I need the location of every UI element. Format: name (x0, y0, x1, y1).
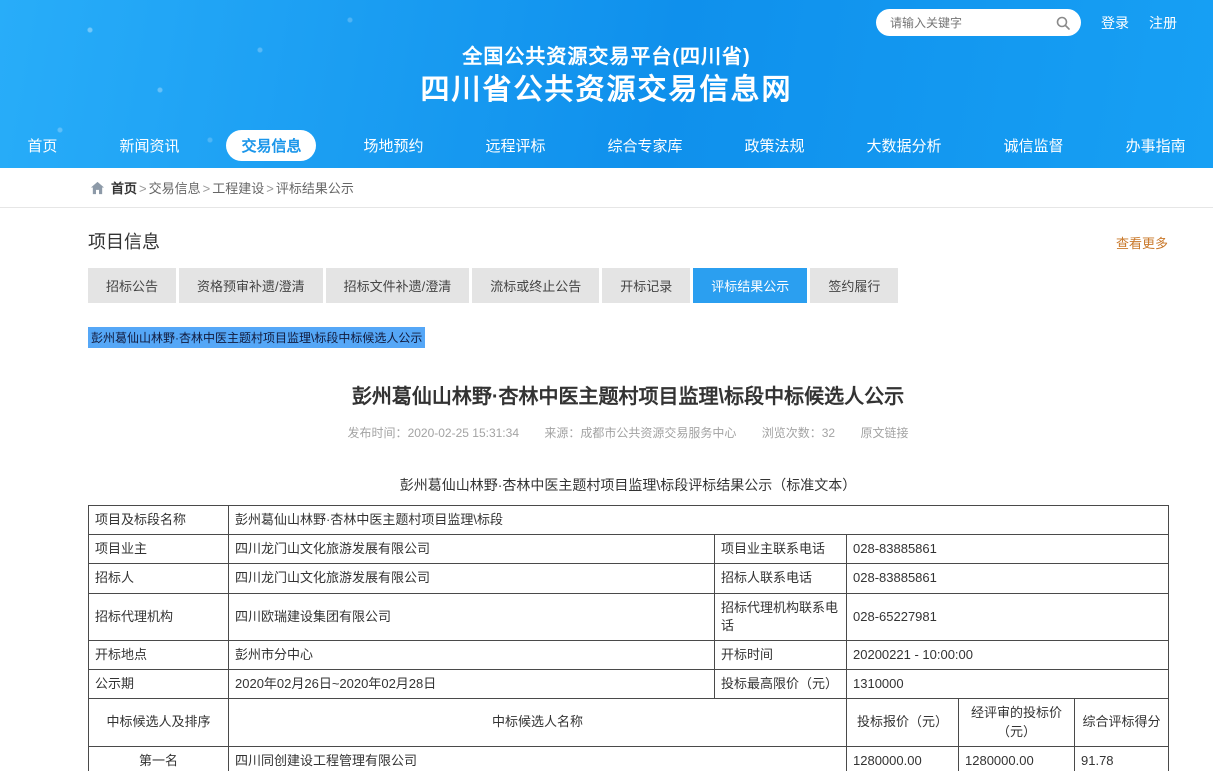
table-cell: 彭州葛仙山林野·杏林中医主题村项目监理\标段 (229, 506, 1169, 535)
view-more-link[interactable]: 查看更多 (1116, 233, 1168, 252)
nav-item-9[interactable]: 诚信监督 (989, 130, 1079, 161)
table-row-3: 招标人四川龙门山文化旅游发展有限公司招标人联系电话028-83885861 (89, 564, 1169, 593)
table-row-4: 招标代理机构四川欧瑞建设集团有限公司招标代理机构联系电话028-65227981 (89, 593, 1169, 640)
breadcrumb-item-2[interactable]: 交易信息 (149, 181, 201, 196)
table-row-2: 项目业主四川龙门山文化旅游发展有限公司项目业主联系电话028-83885861 (89, 535, 1169, 564)
announcement-list: 彭州葛仙山林野·杏林中医主题村项目监理\标段中标候选人公示 (88, 327, 1168, 348)
table-cell: 彭州市分中心 (229, 640, 715, 669)
table-row-8: 第一名四川同创建设工程管理有限公司1280000.001280000.0091.… (89, 746, 1169, 771)
table-cell: 91.78 (1075, 746, 1169, 771)
section-head: 项目信息 查看更多 (88, 228, 1168, 254)
table-cell: 1280000.00 (959, 746, 1075, 771)
publish-time-value: 2020-02-25 15:31:34 (408, 426, 519, 440)
nav-item-2[interactable]: 新闻资讯 (104, 130, 194, 161)
table-cell: 综合评标得分 (1075, 699, 1169, 746)
tab-4[interactable]: 流标或终止公告 (472, 268, 599, 303)
article-title: 彭州葛仙山林野·杏林中医主题村项目监理\标段中标候选人公示 (88, 380, 1168, 409)
table-cell: 投标最高限价（元） (715, 670, 847, 699)
site-title: 四川省公共资源交易信息网 (0, 71, 1213, 110)
table-cell: 四川欧瑞建设集团有限公司 (229, 593, 715, 640)
nav-item-10[interactable]: 办事指南 (1111, 130, 1201, 161)
tab-3[interactable]: 招标文件补遗/澄清 (326, 268, 470, 303)
nav-item-8[interactable]: 大数据分析 (852, 130, 957, 161)
table-cell: 中标候选人及排序 (89, 699, 229, 746)
main-nav: 首页 新闻资讯 交易信息 场地预约 远程评标 综合专家库 政策法规 大数据分析 诚信监督 办事指南 (0, 130, 1213, 161)
breadcrumb: 首页>交易信息>工程建设>评标结果公示 (0, 168, 1213, 208)
home-icon[interactable] (90, 181, 105, 195)
table-cell: 开标地点 (89, 640, 229, 669)
tab-5[interactable]: 开标记录 (602, 268, 690, 303)
table-cell: 20200221 - 10:00:00 (847, 640, 1169, 669)
table-cell: 项目业主联系电话 (715, 535, 847, 564)
nav-item-6[interactable]: 综合专家库 (593, 130, 698, 161)
table-cell: 1280000.00 (847, 746, 959, 771)
table-cell: 四川龙门山文化旅游发展有限公司 (229, 564, 715, 593)
breadcrumb-separator: > (203, 181, 211, 196)
table-cell: 项目及标段名称 (89, 506, 229, 535)
origin-link[interactable]: 原文链接 (860, 426, 908, 440)
breadcrumb-separator: > (266, 181, 274, 196)
view-count: 浏览次数：32 (762, 426, 835, 440)
tab-6[interactable]: 评标结果公示 (693, 268, 807, 303)
tab-1[interactable]: 招标公告 (88, 268, 176, 303)
table-cell: 028-83885861 (847, 564, 1169, 593)
header-top: 登录 注册 (876, 9, 1177, 36)
breadcrumb-item-4[interactable]: 评标结果公示 (276, 181, 354, 196)
tab-7[interactable]: 签约履行 (810, 268, 898, 303)
table-caption: 彭州葛仙山林野·杏林中医主题村项目监理\标段评标结果公示（标准文本） (88, 475, 1168, 495)
view-count-value: 32 (822, 426, 835, 440)
nav-item-4[interactable]: 场地预约 (348, 130, 438, 161)
tab-bar: 招标公告资格预审补遗/澄清招标文件补遗/澄清流标或终止公告开标记录评标结果公示签… (88, 268, 1168, 303)
nav-item-1[interactable]: 首页 (12, 130, 72, 161)
source-label: 来源： (544, 426, 580, 440)
table-row-7: 中标候选人及排序中标候选人名称投标报价（元）经评审的投标价（元）综合评标得分 (89, 699, 1169, 746)
table-cell: 第一名 (89, 746, 229, 771)
table-cell: 2020年02月26日~2020年02月28日 (229, 670, 715, 699)
register-link[interactable]: 注册 (1149, 13, 1177, 33)
table-cell: 028-83885861 (847, 535, 1169, 564)
result-table: 项目及标段名称彭州葛仙山林野·杏林中医主题村项目监理\标段项目业主四川龙门山文化… (88, 505, 1169, 771)
table-cell: 投标报价（元） (847, 699, 959, 746)
breadcrumb-item-1[interactable]: 首页 (111, 181, 137, 196)
table-cell: 招标人联系电话 (715, 564, 847, 593)
nav-item-5[interactable]: 远程评标 (470, 130, 560, 161)
breadcrumb-items: 首页>交易信息>工程建设>评标结果公示 (111, 178, 354, 197)
table-cell: 经评审的投标价（元） (959, 699, 1075, 746)
publish-time-label: 发布时间： (348, 426, 408, 440)
search-icon[interactable] (1055, 15, 1071, 31)
list-item-selected[interactable]: 彭州葛仙山林野·杏林中医主题村项目监理\标段中标候选人公示 (88, 327, 425, 348)
table-cell: 招标人 (89, 564, 229, 593)
site-subtitle: 全国公共资源交易平台(四川省) (0, 44, 1213, 71)
breadcrumb-separator: > (139, 181, 147, 196)
section-title: 项目信息 (88, 228, 160, 254)
table-cell: 四川龙门山文化旅游发展有限公司 (229, 535, 715, 564)
article-meta: 发布时间：2020-02-25 15:31:34 来源：成都市公共资源交易服务中… (88, 424, 1168, 441)
main-content: 项目信息 查看更多 招标公告资格预审补遗/澄清招标文件补遗/澄清流标或终止公告开… (88, 228, 1168, 771)
source-value: 成都市公共资源交易服务中心 (580, 426, 736, 440)
table-cell: 中标候选人名称 (229, 699, 847, 746)
table-cell: 招标代理机构 (89, 593, 229, 640)
table-row-1: 项目及标段名称彭州葛仙山林野·杏林中医主题村项目监理\标段 (89, 506, 1169, 535)
table-cell: 招标代理机构联系电话 (715, 593, 847, 640)
table-cell: 开标时间 (715, 640, 847, 669)
login-link[interactable]: 登录 (1101, 13, 1129, 33)
table-row-6: 公示期2020年02月26日~2020年02月28日投标最高限价（元）13100… (89, 670, 1169, 699)
table-cell: 公示期 (89, 670, 229, 699)
view-count-label: 浏览次数： (762, 426, 822, 440)
table-row-5: 开标地点彭州市分中心开标时间20200221 - 10:00:00 (89, 640, 1169, 669)
source: 来源：成都市公共资源交易服务中心 (544, 426, 736, 440)
search-input[interactable] (890, 16, 1055, 30)
table-cell: 项目业主 (89, 535, 229, 564)
site-header: 登录 注册 全国公共资源交易平台(四川省) 四川省公共资源交易信息网 首页 新闻资… (0, 0, 1213, 168)
table-cell: 028-65227981 (847, 593, 1169, 640)
table-cell: 四川同创建设工程管理有限公司 (229, 746, 847, 771)
publish-time: 发布时间：2020-02-25 15:31:34 (348, 426, 519, 440)
nav-item-7[interactable]: 政策法规 (730, 130, 820, 161)
search-box (876, 9, 1081, 36)
nav-item-3[interactable]: 交易信息 (226, 130, 316, 161)
breadcrumb-item-3[interactable]: 工程建设 (212, 181, 264, 196)
table-cell: 1310000 (847, 670, 1169, 699)
tab-2[interactable]: 资格预审补遗/澄清 (179, 268, 323, 303)
